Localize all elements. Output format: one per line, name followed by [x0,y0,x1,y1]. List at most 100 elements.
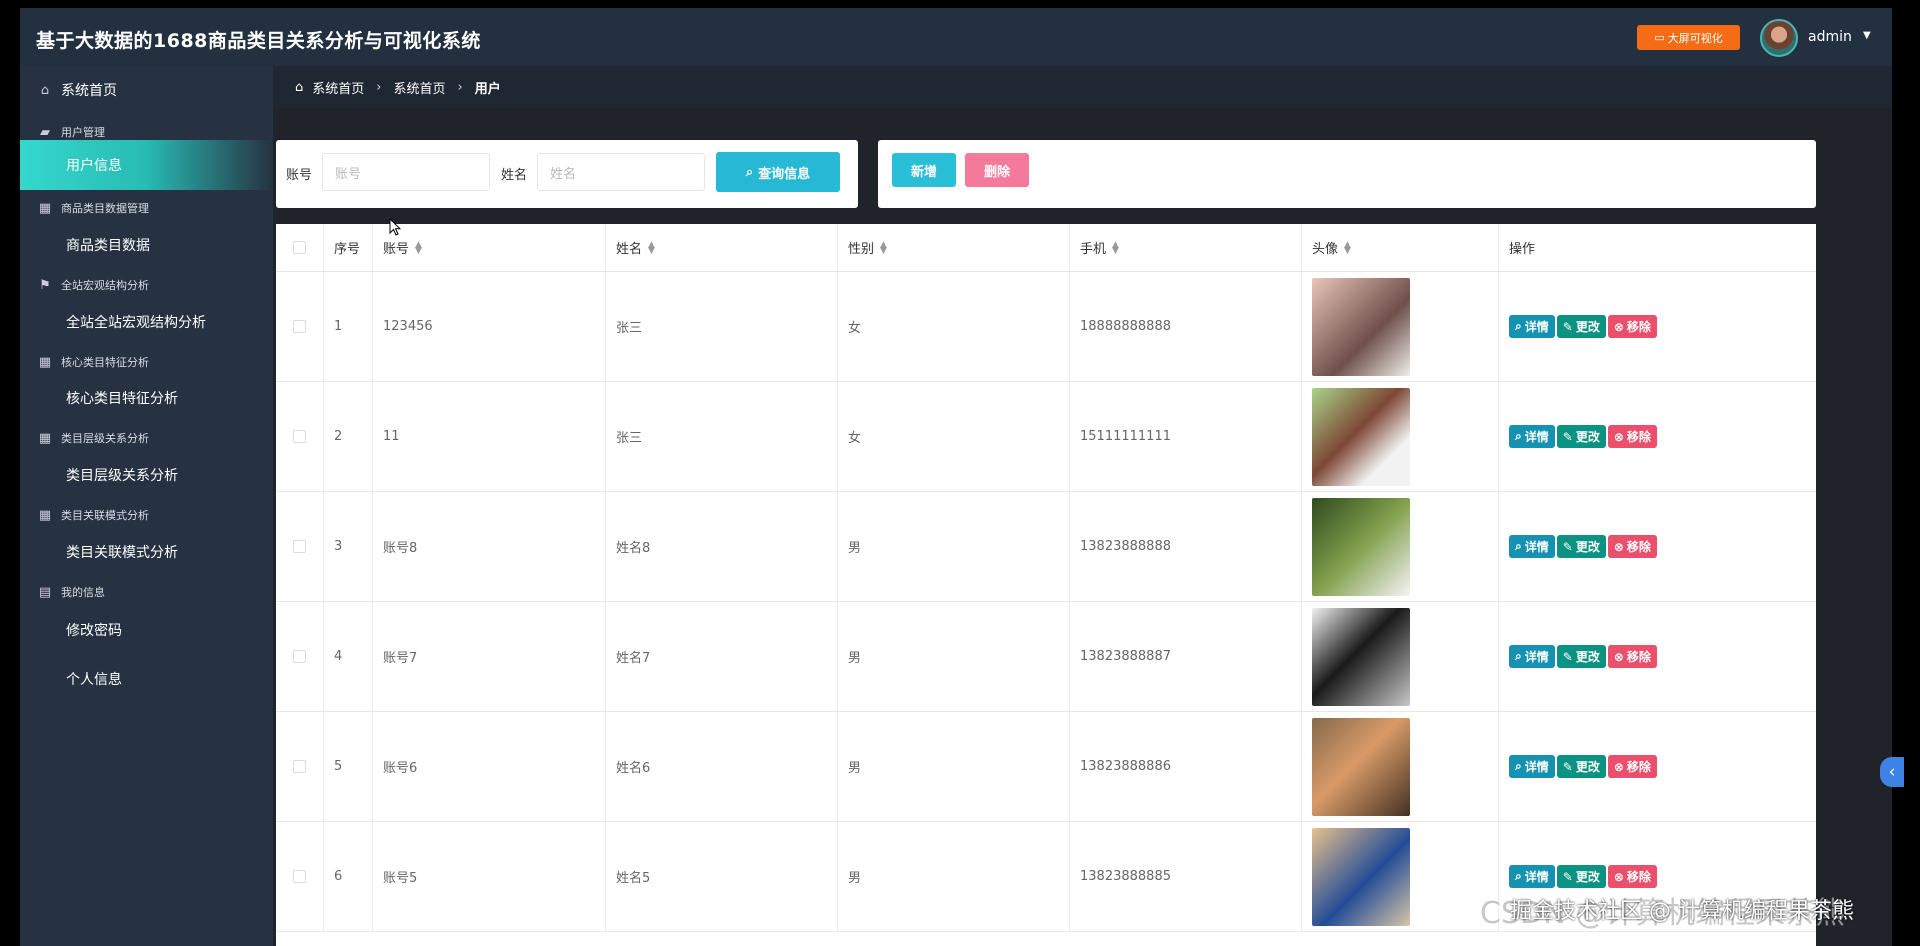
row-actions: ⌕ 详情 ✎ 更改 ⊗ 移除 [1499,492,1816,601]
row-checkbox[interactable] [293,430,306,443]
select-all-checkbox[interactable] [293,241,306,254]
big-screen-button[interactable]: ▭ 大屏可视化 [1637,25,1740,50]
detail-button-label: 详情 [1524,540,1549,554]
header-gender-label: 性别 [848,242,875,257]
header-avatar[interactable]: 头像 ▲ ▼ [1302,224,1499,271]
sidebar-group-hierarchy[interactable]: ▦ 类目层级关系分析 [20,430,273,446]
sort-icon[interactable]: ▲ ▼ [415,240,422,255]
edit-button[interactable]: ✎ 更改 [1556,535,1606,558]
action-panel: 新增 删除 [878,140,1816,208]
remove-button[interactable]: ⊗ 移除 [1607,535,1657,558]
header-account[interactable]: 账号 ▲ ▼ [373,224,606,271]
pencil-icon: ✎ [1562,759,1573,774]
edit-button[interactable]: ✎ 更改 [1556,755,1606,778]
select-all-checkbox-cell[interactable] [276,224,324,271]
sort-icon[interactable]: ▲ ▼ [1344,240,1351,255]
sidebar-item-hierarchy[interactable]: 类目层级关系分析 [20,465,273,485]
sidebar-group-category-data[interactable]: ▦ 商品类目数据管理 [20,200,273,216]
sidebar-item-home[interactable]: ⌂ 系统首页 [20,80,273,100]
sidebar-item-label: 类目层级关系分析 [66,468,178,484]
row-checkbox-cell[interactable] [276,712,324,821]
add-button[interactable]: 新增 [892,153,956,187]
remove-button[interactable]: ⊗ 移除 [1607,645,1657,668]
row-checkbox-cell[interactable] [276,602,324,711]
breadcrumb-parent[interactable]: 系统首页 [393,78,445,97]
edit-button[interactable]: ✎ 更改 [1556,645,1606,668]
edit-button[interactable]: ✎ 更改 [1556,425,1606,448]
sidebar-group-site-analysis[interactable]: ⚑ 全站宏观结构分析 [20,277,273,293]
detail-button[interactable]: ⌕ 详情 [1509,865,1555,888]
header-account-label: 账号 [383,242,410,257]
query-button[interactable]: ⌕ 查询信息 [716,152,840,192]
sidebar-group-core-category[interactable]: ▦ 核心类目特征分析 [20,354,273,370]
sidebar-group-my-info[interactable]: ▤ 我的信息 [20,584,273,600]
monitor-icon: ▭ [1654,31,1665,44]
sidebar-item-site-analysis[interactable]: 全站全站宏观结构分析 [20,312,273,332]
breadcrumb-home[interactable]: 系统首页 [312,78,364,97]
chevron-right-icon: › [457,79,463,95]
row-checkbox-cell[interactable] [276,382,324,491]
row-checkbox[interactable] [293,320,306,333]
detail-button[interactable]: ⌕ 详情 [1509,535,1555,558]
row-avatar-cell [1302,272,1499,381]
name-search-input[interactable]: 姓名 [537,153,705,191]
app-title: 基于大数据的1688商品类目关系分析与可视化系统 [36,30,481,52]
row-checkbox-cell[interactable] [276,492,324,601]
card-icon: ▤ [38,584,52,600]
user-avatar[interactable] [1760,19,1798,57]
header-name-label: 姓名 [616,242,643,257]
row-checkbox-cell[interactable] [276,822,324,931]
remove-button[interactable]: ⊗ 移除 [1607,755,1657,778]
remove-button-label: 移除 [1626,870,1651,884]
sidebar-item-association[interactable]: 类目关联模式分析 [20,542,273,562]
close-circle-icon: ⊗ [1613,759,1624,774]
detail-button-label: 详情 [1524,430,1549,444]
row-name: 姓名6 [606,712,838,821]
sort-icon[interactable]: ▲ ▼ [1112,240,1119,255]
delete-button[interactable]: 删除 [965,153,1029,187]
header-gender[interactable]: 性别 ▲ ▼ [838,224,1070,271]
sidebar-item-change-password[interactable]: 修改密码 [20,620,273,640]
row-checkbox-cell[interactable] [276,272,324,381]
remove-button[interactable]: ⊗ 移除 [1607,425,1657,448]
sidebar-group-association[interactable]: ▦ 类目关联模式分析 [20,507,273,523]
grid-icon: ▦ [38,507,52,523]
detail-button[interactable]: ⌕ 详情 [1509,755,1555,778]
caret-down-icon[interactable]: ▼ [1863,30,1871,41]
row-checkbox[interactable] [293,650,306,663]
sidebar-item-category-data[interactable]: 商品类目数据 [20,235,273,255]
header-name[interactable]: 姓名 ▲ ▼ [606,224,838,271]
row-checkbox[interactable] [293,540,306,553]
remove-button-label: 移除 [1626,760,1651,774]
detail-button[interactable]: ⌕ 详情 [1509,645,1555,668]
header-phone[interactable]: 手机 ▲ ▼ [1070,224,1302,271]
sidebar-group-label: 用户管理 [61,126,105,139]
row-checkbox[interactable] [293,870,306,883]
home-icon: ⌂ [295,79,304,95]
account-search-input[interactable]: 账号 [322,153,490,191]
sidebar-item-core-category[interactable]: 核心类目特征分析 [20,388,273,408]
row-checkbox[interactable] [293,760,306,773]
sidebar-item-label: 修改密码 [66,623,122,639]
edit-button[interactable]: ✎ 更改 [1556,865,1606,888]
sidebar-item-user-info[interactable]: 用户信息 [20,140,273,190]
chevron-right-icon: › [376,79,382,95]
name-label: 姓名 [501,168,528,183]
sidebar-group-user[interactable]: ▰ 用户管理 [20,124,273,140]
sidebar-item-profile[interactable]: 个人信息 [20,669,273,689]
user-photo [1312,827,1410,926]
collapse-handle[interactable]: ‹ [1880,757,1904,787]
remove-button[interactable]: ⊗ 移除 [1607,865,1657,888]
sort-icon[interactable]: ▲ ▼ [880,240,887,255]
detail-button[interactable]: ⌕ 详情 [1509,315,1555,338]
pencil-icon: ✎ [1562,539,1573,554]
sort-icon[interactable]: ▲ ▼ [648,240,655,255]
remove-button[interactable]: ⊗ 移除 [1607,315,1657,338]
home-icon: ⌂ [40,82,50,98]
mouse-cursor-icon [389,218,401,236]
remove-button-label: 移除 [1626,540,1651,554]
row-no: 4 [324,602,373,711]
user-name[interactable]: admin [1808,29,1852,45]
edit-button[interactable]: ✎ 更改 [1556,315,1606,338]
detail-button[interactable]: ⌕ 详情 [1509,425,1555,448]
